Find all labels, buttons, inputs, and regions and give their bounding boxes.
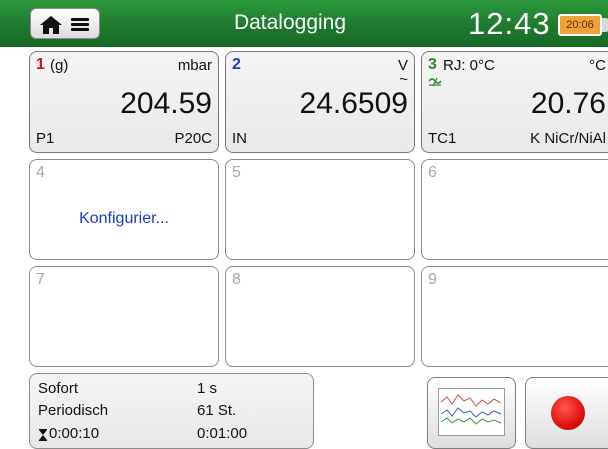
channel-tile-5[interactable]: 5 — [225, 159, 415, 260]
logging-settings-panel[interactable]: Sofort 1 s Periodisch 61 St. 0:00:10 0:0… — [29, 373, 314, 449]
graph-icon — [438, 388, 505, 436]
record-button[interactable] — [525, 377, 608, 449]
channel-number: 6 — [428, 164, 437, 181]
channel-mode: (g) — [50, 57, 69, 74]
channel-value: 20.76 — [530, 87, 606, 120]
count-value: 61 St. — [197, 402, 237, 419]
header-bar: Datalogging 12:43 20:06 — [0, 0, 608, 47]
hourglass-icon — [39, 429, 47, 441]
channel-number: 4 — [36, 164, 45, 181]
sensor-type: K NiCr/NiAl — [530, 130, 606, 147]
channel-tile-8[interactable]: 8 — [225, 266, 415, 367]
clock: 12:43 — [468, 6, 551, 41]
reference-junction: RJ: 0°C — [443, 57, 495, 74]
channel-number: 8 — [232, 271, 241, 288]
channel-number: 7 — [36, 271, 45, 288]
channel-unit: °C — [589, 57, 606, 74]
channel-number: 2 — [232, 56, 241, 73]
channel-tile-6[interactable]: 6 — [421, 159, 608, 260]
elapsed-time: 0:00:10 — [49, 425, 100, 442]
channel-tile-4[interactable]: 4 Konfigurier... — [29, 159, 219, 260]
channel-tile-3[interactable]: 3 RJ: 0°C °C 20.76 TC1 K NiCr/NiAl — [421, 51, 608, 153]
channel-number: 3 — [428, 56, 437, 73]
channel-number: 5 — [232, 164, 241, 181]
ac-symbol: ~ — [399, 71, 408, 88]
channel-value: 24.6509 — [299, 87, 408, 120]
channel-tile-2[interactable]: 2 V ~ 24.6509 IN — [225, 51, 415, 153]
channel-unit: mbar — [177, 57, 212, 74]
channel-number: 9 — [428, 271, 437, 288]
configure-link[interactable]: Konfigurier... — [30, 210, 218, 228]
channel-port: IN — [232, 130, 247, 147]
filter-icon — [428, 77, 442, 87]
channel-value: 204.59 — [120, 87, 212, 120]
channel-module: P20C — [174, 130, 212, 147]
channel-tile-9[interactable]: 9 — [421, 266, 608, 367]
mode-label: Periodisch — [38, 402, 109, 419]
battery-cap — [602, 18, 608, 32]
trigger-label: Sofort — [38, 380, 79, 397]
home-icon — [40, 16, 62, 34]
graph-button[interactable] — [427, 377, 516, 449]
total-time: 0:01:00 — [197, 425, 248, 442]
channel-tile-1[interactable]: 1 (g) mbar 204.59 P1 P20C — [29, 51, 219, 153]
home-menu-button[interactable] — [30, 8, 100, 39]
channel-port: P1 — [36, 130, 55, 147]
interval-value: 1 s — [197, 380, 218, 397]
record-icon — [551, 396, 585, 430]
menu-icon — [71, 18, 89, 31]
channel-port: TC1 — [428, 130, 457, 147]
channel-number: 1 — [36, 56, 45, 73]
page-title: Datalogging — [233, 11, 347, 34]
battery-indicator: 20:06 — [558, 14, 602, 36]
channel-tile-7[interactable]: 7 — [29, 266, 219, 367]
